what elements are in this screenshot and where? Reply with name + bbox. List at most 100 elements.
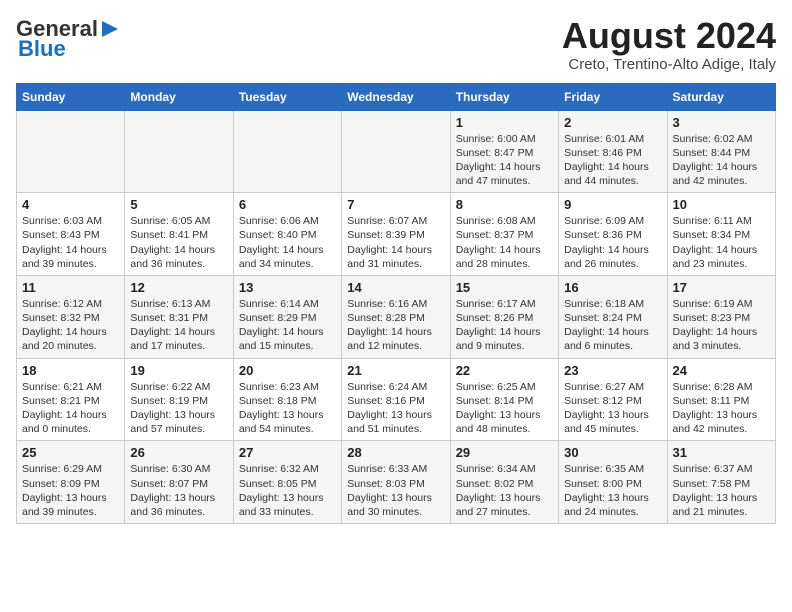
day-number: 27 bbox=[239, 445, 336, 460]
day-info: Sunrise: 6:29 AM Sunset: 8:09 PM Dayligh… bbox=[22, 462, 119, 519]
calendar-cell: 30 Sunrise: 6:35 AM Sunset: 8:00 PM Dayli… bbox=[559, 441, 667, 524]
day-info: Sunrise: 6:18 AM Sunset: 8:24 PM Dayligh… bbox=[564, 297, 661, 354]
day-info: Sunrise: 6:09 AM Sunset: 8:36 PM Dayligh… bbox=[564, 214, 661, 271]
calendar-cell: 22 Sunrise: 6:25 AM Sunset: 8:14 PM Dayli… bbox=[450, 358, 558, 441]
day-info: Sunrise: 6:22 AM Sunset: 8:19 PM Dayligh… bbox=[130, 380, 227, 437]
day-number: 7 bbox=[347, 197, 444, 212]
day-number: 3 bbox=[673, 115, 770, 130]
day-number: 23 bbox=[564, 363, 661, 378]
logo: General Blue bbox=[16, 16, 120, 62]
day-info: Sunrise: 6:27 AM Sunset: 8:12 PM Dayligh… bbox=[564, 380, 661, 437]
calendar-cell: 19 Sunrise: 6:22 AM Sunset: 8:19 PM Dayli… bbox=[125, 358, 233, 441]
col-header-monday: Monday bbox=[125, 83, 233, 110]
day-number: 15 bbox=[456, 280, 553, 295]
calendar-cell: 8 Sunrise: 6:08 AM Sunset: 8:37 PM Daylig… bbox=[450, 193, 558, 276]
day-info: Sunrise: 6:08 AM Sunset: 8:37 PM Dayligh… bbox=[456, 214, 553, 271]
calendar-cell: 24 Sunrise: 6:28 AM Sunset: 8:11 PM Dayli… bbox=[667, 358, 775, 441]
calendar-cell bbox=[125, 110, 233, 193]
day-number: 21 bbox=[347, 363, 444, 378]
col-header-saturday: Saturday bbox=[667, 83, 775, 110]
day-number: 16 bbox=[564, 280, 661, 295]
month-title: August 2024 bbox=[562, 16, 776, 56]
day-info: Sunrise: 6:19 AM Sunset: 8:23 PM Dayligh… bbox=[673, 297, 770, 354]
day-info: Sunrise: 6:30 AM Sunset: 8:07 PM Dayligh… bbox=[130, 462, 227, 519]
day-number: 29 bbox=[456, 445, 553, 460]
col-header-wednesday: Wednesday bbox=[342, 83, 450, 110]
day-number: 5 bbox=[130, 197, 227, 212]
day-number: 26 bbox=[130, 445, 227, 460]
calendar-cell: 5 Sunrise: 6:05 AM Sunset: 8:41 PM Daylig… bbox=[125, 193, 233, 276]
day-number: 13 bbox=[239, 280, 336, 295]
calendar-cell: 7 Sunrise: 6:07 AM Sunset: 8:39 PM Daylig… bbox=[342, 193, 450, 276]
day-number: 2 bbox=[564, 115, 661, 130]
day-info: Sunrise: 6:34 AM Sunset: 8:02 PM Dayligh… bbox=[456, 462, 553, 519]
calendar-cell: 29 Sunrise: 6:34 AM Sunset: 8:02 PM Dayli… bbox=[450, 441, 558, 524]
day-info: Sunrise: 6:02 AM Sunset: 8:44 PM Dayligh… bbox=[673, 132, 770, 189]
calendar-cell bbox=[342, 110, 450, 193]
calendar-cell: 25 Sunrise: 6:29 AM Sunset: 8:09 PM Dayli… bbox=[17, 441, 125, 524]
day-info: Sunrise: 6:37 AM Sunset: 7:58 PM Dayligh… bbox=[673, 462, 770, 519]
calendar-cell: 9 Sunrise: 6:09 AM Sunset: 8:36 PM Daylig… bbox=[559, 193, 667, 276]
day-info: Sunrise: 6:05 AM Sunset: 8:41 PM Dayligh… bbox=[130, 214, 227, 271]
calendar-cell bbox=[17, 110, 125, 193]
calendar-cell bbox=[233, 110, 341, 193]
day-info: Sunrise: 6:24 AM Sunset: 8:16 PM Dayligh… bbox=[347, 380, 444, 437]
calendar-cell: 10Sunrise: 6:11 AM Sunset: 8:34 PM Dayli… bbox=[667, 193, 775, 276]
day-number: 10 bbox=[673, 197, 770, 212]
calendar-cell: 18 Sunrise: 6:21 AM Sunset: 8:21 PM Dayli… bbox=[17, 358, 125, 441]
col-header-thursday: Thursday bbox=[450, 83, 558, 110]
day-number: 4 bbox=[22, 197, 119, 212]
calendar-cell: 2 Sunrise: 6:01 AM Sunset: 8:46 PM Daylig… bbox=[559, 110, 667, 193]
calendar-cell: 1 Sunrise: 6:00 AM Sunset: 8:47 PM Daylig… bbox=[450, 110, 558, 193]
day-number: 31 bbox=[673, 445, 770, 460]
calendar-cell: 31 Sunrise: 6:37 AM Sunset: 7:58 PM Dayli… bbox=[667, 441, 775, 524]
calendar-cell: 28Sunrise: 6:33 AM Sunset: 8:03 PM Dayli… bbox=[342, 441, 450, 524]
day-info: Sunrise: 6:33 AM Sunset: 8:03 PM Dayligh… bbox=[347, 462, 444, 519]
calendar-cell: 21 Sunrise: 6:24 AM Sunset: 8:16 PM Dayli… bbox=[342, 358, 450, 441]
calendar-cell: 14Sunrise: 6:16 AM Sunset: 8:28 PM Dayli… bbox=[342, 275, 450, 358]
day-number: 18 bbox=[22, 363, 119, 378]
day-info: Sunrise: 6:17 AM Sunset: 8:26 PM Dayligh… bbox=[456, 297, 553, 354]
day-number: 14 bbox=[347, 280, 444, 295]
calendar-cell: 17 Sunrise: 6:19 AM Sunset: 8:23 PM Dayli… bbox=[667, 275, 775, 358]
calendar-cell: 23 Sunrise: 6:27 AM Sunset: 8:12 PM Dayli… bbox=[559, 358, 667, 441]
calendar-cell: 6Sunrise: 6:06 AM Sunset: 8:40 PM Daylig… bbox=[233, 193, 341, 276]
calendar-cell: 16 Sunrise: 6:18 AM Sunset: 8:24 PM Dayli… bbox=[559, 275, 667, 358]
day-number: 17 bbox=[673, 280, 770, 295]
day-number: 1 bbox=[456, 115, 553, 130]
day-info: Sunrise: 6:14 AM Sunset: 8:29 PM Dayligh… bbox=[239, 297, 336, 354]
col-header-sunday: Sunday bbox=[17, 83, 125, 110]
logo-blue: Blue bbox=[18, 36, 66, 62]
day-number: 22 bbox=[456, 363, 553, 378]
calendar-cell: 15 Sunrise: 6:17 AM Sunset: 8:26 PM Dayli… bbox=[450, 275, 558, 358]
day-number: 24 bbox=[673, 363, 770, 378]
day-info: Sunrise: 6:01 AM Sunset: 8:46 PM Dayligh… bbox=[564, 132, 661, 189]
calendar-cell: 4Sunrise: 6:03 AM Sunset: 8:43 PM Daylig… bbox=[17, 193, 125, 276]
day-info: Sunrise: 6:28 AM Sunset: 8:11 PM Dayligh… bbox=[673, 380, 770, 437]
location-subtitle: Creto, Trentino-Alto Adige, Italy bbox=[562, 56, 776, 73]
day-info: Sunrise: 6:12 AM Sunset: 8:32 PM Dayligh… bbox=[22, 297, 119, 354]
day-info: Sunrise: 6:32 AM Sunset: 8:05 PM Dayligh… bbox=[239, 462, 336, 519]
calendar-cell: 3 Sunrise: 6:02 AM Sunset: 8:44 PM Daylig… bbox=[667, 110, 775, 193]
day-info: Sunrise: 6:21 AM Sunset: 8:21 PM Dayligh… bbox=[22, 380, 119, 437]
calendar-cell: 26 Sunrise: 6:30 AM Sunset: 8:07 PM Dayli… bbox=[125, 441, 233, 524]
day-number: 19 bbox=[130, 363, 227, 378]
day-number: 8 bbox=[456, 197, 553, 212]
calendar-cell: 11Sunrise: 6:12 AM Sunset: 8:32 PM Dayli… bbox=[17, 275, 125, 358]
day-info: Sunrise: 6:35 AM Sunset: 8:00 PM Dayligh… bbox=[564, 462, 661, 519]
day-number: 9 bbox=[564, 197, 661, 212]
day-number: 12 bbox=[130, 280, 227, 295]
day-number: 25 bbox=[22, 445, 119, 460]
col-header-tuesday: Tuesday bbox=[233, 83, 341, 110]
page-header: General Blue August 2024 Creto, Trentino… bbox=[16, 16, 776, 73]
calendar-cell: 13 Sunrise: 6:14 AM Sunset: 8:29 PM Dayli… bbox=[233, 275, 341, 358]
calendar-cell: 27 Sunrise: 6:32 AM Sunset: 8:05 PM Dayli… bbox=[233, 441, 341, 524]
day-info: Sunrise: 6:07 AM Sunset: 8:39 PM Dayligh… bbox=[347, 214, 444, 271]
day-info: Sunrise: 6:06 AM Sunset: 8:40 PM Dayligh… bbox=[239, 214, 336, 271]
day-number: 20 bbox=[239, 363, 336, 378]
day-number: 30 bbox=[564, 445, 661, 460]
day-info: Sunrise: 6:00 AM Sunset: 8:47 PM Dayligh… bbox=[456, 132, 553, 189]
day-info: Sunrise: 6:25 AM Sunset: 8:14 PM Dayligh… bbox=[456, 380, 553, 437]
day-info: Sunrise: 6:23 AM Sunset: 8:18 PM Dayligh… bbox=[239, 380, 336, 437]
col-header-friday: Friday bbox=[559, 83, 667, 110]
